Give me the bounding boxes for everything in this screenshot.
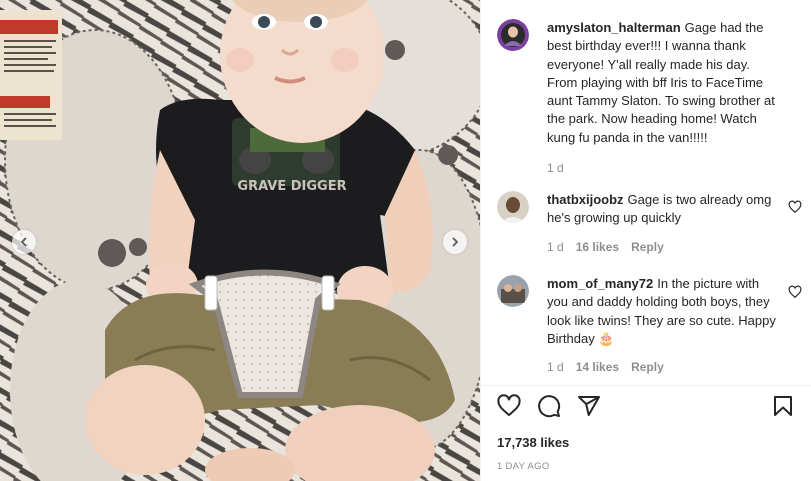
caption: amyslaton_halterman Gage had the best bir… bbox=[497, 19, 797, 177]
caption-text: Gage had the best birthday ever!!! I wan… bbox=[547, 20, 775, 145]
comment-item: thatbxijoobz Gage is two already omg he's… bbox=[497, 191, 797, 256]
shirt-graphic-text: GRAVE DIGGER bbox=[237, 179, 346, 194]
caption-time[interactable]: 1 d bbox=[547, 159, 564, 177]
author-avatar-image bbox=[497, 19, 529, 51]
next-photo-button[interactable] bbox=[443, 230, 467, 254]
comment-time[interactable]: 1 d bbox=[547, 358, 564, 376]
scrollbar[interactable] bbox=[807, 0, 811, 385]
birthday-cake-emoji: 🎂 bbox=[598, 330, 615, 346]
instagram-post: GRAVE DIGGER amyslaton_halterman Gage ha… bbox=[0, 0, 811, 481]
avatar[interactable] bbox=[497, 19, 529, 51]
likes-count[interactable]: 17,738 likes bbox=[497, 435, 569, 450]
post-actions: 17,738 likes 1 DAY AGO bbox=[481, 385, 811, 481]
commenter-avatar-image bbox=[497, 275, 529, 307]
comment-time[interactable]: 1 d bbox=[547, 238, 564, 256]
comment-likes-count[interactable]: 14 likes bbox=[576, 358, 619, 376]
like-comment-heart-icon[interactable] bbox=[788, 200, 802, 214]
commenter-avatar-image bbox=[497, 191, 529, 223]
comment-item: mom_of_many72 In the picture with you and… bbox=[497, 275, 797, 376]
post-panel: amyslaton_halterman Gage had the best bir… bbox=[480, 0, 811, 481]
avatar[interactable] bbox=[497, 275, 529, 307]
previous-photo-button[interactable] bbox=[12, 230, 36, 254]
like-comment-heart-icon[interactable] bbox=[788, 285, 802, 299]
commenter-username[interactable]: mom_of_many72 bbox=[547, 276, 653, 291]
heart-icon[interactable] bbox=[497, 394, 521, 418]
chevron-right-icon bbox=[452, 237, 459, 247]
share-icon[interactable] bbox=[577, 394, 601, 418]
comments-list[interactable]: amyslaton_halterman Gage had the best bir… bbox=[481, 0, 811, 385]
reply-button[interactable]: Reply bbox=[631, 238, 664, 256]
post-date[interactable]: 1 DAY AGO bbox=[497, 461, 550, 472]
reply-button[interactable]: Reply bbox=[631, 358, 664, 376]
post-photo[interactable]: GRAVE DIGGER bbox=[0, 0, 480, 481]
comment-likes-count[interactable]: 16 likes bbox=[576, 238, 619, 256]
chevron-left-icon bbox=[20, 237, 27, 247]
commenter-username[interactable]: thatbxijoobz bbox=[547, 192, 624, 207]
avatar[interactable] bbox=[497, 191, 529, 223]
bookmark-icon[interactable] bbox=[771, 394, 795, 418]
author-username[interactable]: amyslaton_halterman bbox=[547, 20, 681, 35]
comment-icon[interactable] bbox=[537, 394, 561, 418]
baby-in-bouncer-image: GRAVE DIGGER bbox=[0, 0, 480, 481]
